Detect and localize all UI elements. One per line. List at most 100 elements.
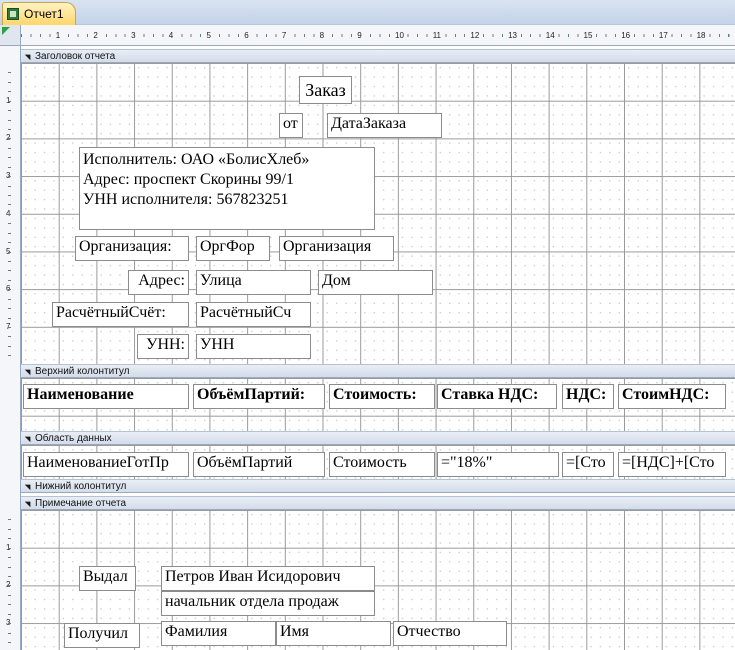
detail-name-field[interactable]: НаименованиеГотПр [23,452,189,477]
header-name-label[interactable]: Наименование [23,384,189,409]
ruler-tick [8,110,11,112]
vruler-section-gap [0,431,21,445]
from-label[interactable]: от [279,113,303,138]
ruler-tick [8,157,11,159]
organization-field[interactable]: Организация [279,236,394,261]
section-bar-detail[interactable]: Область данных [21,431,735,445]
ruler-tick [8,594,11,596]
account-label[interactable]: РасчётныйСчёт: [52,302,189,327]
street-field[interactable]: Улица [196,270,311,295]
ruler-tick [8,566,11,568]
vruler-section-gap [0,496,21,510]
section-bar-page-footer[interactable]: Нижний колонтитул [21,479,735,493]
header-vat-rate-label[interactable]: Ставка НДС: [437,384,557,409]
ruler-number: 13 [508,31,517,40]
document-tab-strip [0,0,735,25]
section-bar-report-header[interactable]: Заголовок отчета [21,49,735,63]
ruler-tick [8,345,11,347]
header-cost-label[interactable]: Стоимость: [329,384,435,409]
org-form-field[interactable]: ОргФор [196,236,270,261]
vruler-section-gap [0,49,21,63]
name-field[interactable]: Имя [276,621,391,646]
ruler-tick [8,327,11,329]
header-vat-label[interactable]: НДС: [562,384,614,409]
account-field[interactable]: РасчётныйСч [196,302,311,327]
ruler-number: 9 [357,31,362,40]
report-footer-area[interactable]: Выдал Петров Иван Исидорович начальник о… [21,510,735,650]
ruler-tick [8,270,11,272]
issuer-name-label[interactable]: Петров Иван Исидорович [161,566,375,591]
detail-vat-field[interactable]: =[Сто [562,452,614,477]
ruler-tick [8,576,11,577]
ruler-tick [8,72,11,74]
report-header-area[interactable]: Заказ от ДатаЗаказа Исполнитель: ОАО «Бо… [21,63,735,364]
ruler-number: 14 [545,31,555,40]
ruler-tick [8,166,11,168]
section-bar-report-footer[interactable]: Примечание отчета [21,496,735,510]
executor-line: УНН исполнителя: 567823251 [83,191,289,208]
ruler-tick [8,91,11,93]
report-icon [7,8,19,20]
ruler-number: 7 [281,31,287,40]
detail-cost-with-vat-field[interactable]: =[НДС]+[Сто [618,452,726,477]
section-arrow-icon [24,51,34,61]
ruler-tick [8,623,11,625]
received-by-label[interactable]: Получил [64,623,140,648]
ruler-number: 3 [131,31,136,40]
ruler-tick [8,185,11,187]
ruler-tick [8,176,11,178]
horizontal-ruler[interactable]: 1 2 3 4 5 6 7 8 9 10 11 12 13 14 15 16 17 18 [21,25,735,46]
ruler-tick [8,632,11,634]
page-header-area[interactable]: Наименование ОбъёмПартий: Стоимость: Ста… [21,378,735,431]
select-report-icon[interactable] [2,27,10,35]
ruler-tick [8,355,11,357]
unn-field[interactable]: УНН [196,334,311,359]
ruler-tick [8,557,11,559]
section-label: Нижний колонтитул [35,480,127,492]
ruler-number: 11 [432,31,441,40]
issuer-position-label[interactable]: начальник отдела продаж [161,591,375,616]
header-volume-label[interactable]: ОбъёмПартий: [193,384,325,409]
organization-label[interactable]: Организация: [75,236,189,261]
house-field[interactable]: Дом [318,270,433,295]
order-date-field[interactable]: ДатаЗаказа [327,113,442,138]
ruler-tick [8,585,11,587]
ruler-tick [8,547,11,549]
ruler-number: 8 [319,31,325,40]
vruler-section-gap [0,479,21,493]
issued-by-label[interactable]: Выдал [79,566,136,591]
ruler-number: 5 [206,31,211,40]
ruler-tick [8,604,11,606]
vruler-section-gap [0,364,21,378]
detail-vat-rate-field[interactable]: ="18%" [437,452,559,477]
section-label: Заголовок отчета [35,50,116,62]
section-arrow-icon [24,433,34,443]
section-arrow-icon [24,498,34,508]
surname-field[interactable]: Фамилия [161,621,276,646]
patronymic-field[interactable]: Отчество [393,621,507,646]
unn-label[interactable]: УНН: [137,334,189,359]
tab-report[interactable]: Отчет1 [2,2,76,25]
address-label[interactable]: Адрес: [128,270,189,295]
section-label: Верхний колонтитул [35,365,130,377]
vertical-ruler[interactable] [0,46,21,650]
ruler-number: 1 [55,31,61,40]
executor-info-label[interactable]: Исполнитель: ОАО «БолисХлеб» Адрес: прос… [79,147,375,230]
detail-volume-field[interactable]: ОбъёмПартий [193,452,325,477]
ruler-tick [8,528,11,530]
report-title-label[interactable]: Заказ [299,76,352,104]
detail-cost-field[interactable]: Стоимость [329,452,435,477]
section-arrow-icon [24,481,34,491]
ruler-tick [8,242,11,244]
ruler-tick [8,336,11,338]
section-bar-page-header[interactable]: Верхний колонтитул [21,364,735,378]
header-cost-with-vat-label[interactable]: СтоимНДС: [618,384,726,409]
ruler-tick [8,642,11,644]
detail-area[interactable]: НаименованиеГотПр ОбъёмПартий Стоимость … [21,445,735,479]
ruler-tick [8,317,11,319]
ruler-tick [8,298,11,300]
ruler-number: 10 [395,31,404,40]
executor-line: Исполнитель: ОАО «БолисХлеб» [83,151,310,168]
executor-line: Адрес: проспект Скорины 99/1 [83,171,294,188]
ruler-number: 16 [621,31,631,40]
